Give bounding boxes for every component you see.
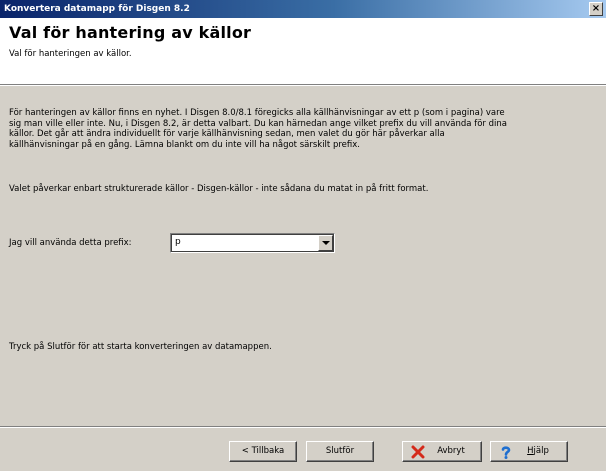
prefix-label: Jag vill använda detta prefix: [9,238,132,248]
back-button[interactable]: < Tillbaka [229,441,297,462]
question-mark-icon [501,446,511,459]
finish-button-label: Slutför [325,446,355,456]
cancel-button[interactable]: Avbryt [402,441,482,462]
footer-divider-highlight [0,427,606,428]
prefix-dropdown[interactable]: p [170,233,335,253]
help-label-rest: jälp [533,446,549,456]
page-title: Val för hantering av källor [9,23,252,42]
scope-paragraph: Valet påverkar enbart strukturerade käll… [9,184,429,194]
prefix-dropdown-value: p [175,237,181,247]
intro-paragraph: För hanteringen av källor finns en nyhet… [9,108,507,150]
window-title: Konvertera datamapp för Disgen 8.2 [4,4,190,14]
finish-button[interactable]: Slutför [306,441,374,462]
chevron-down-icon [322,241,330,245]
window-titlebar[interactable]: Konvertera datamapp för Disgen 8.2 × [0,0,606,18]
header-divider [0,85,606,86]
cancel-button-label: Avbryt [437,446,465,456]
dropdown-arrow-button[interactable] [318,235,333,251]
finish-instruction: Tryck på Slutför för att starta konverte… [9,342,272,352]
close-icon: × [591,3,601,14]
wizard-header: Val för hantering av källor Val för hant… [0,18,606,85]
back-button-label: < Tillbaka [241,446,285,456]
close-button[interactable]: × [589,2,603,16]
help-button-label: Hjälp [509,446,549,456]
help-button[interactable]: Hjälp [490,441,568,462]
page-subtitle: Val för hanteringen av källor. [9,49,132,59]
red-x-icon [411,445,425,459]
